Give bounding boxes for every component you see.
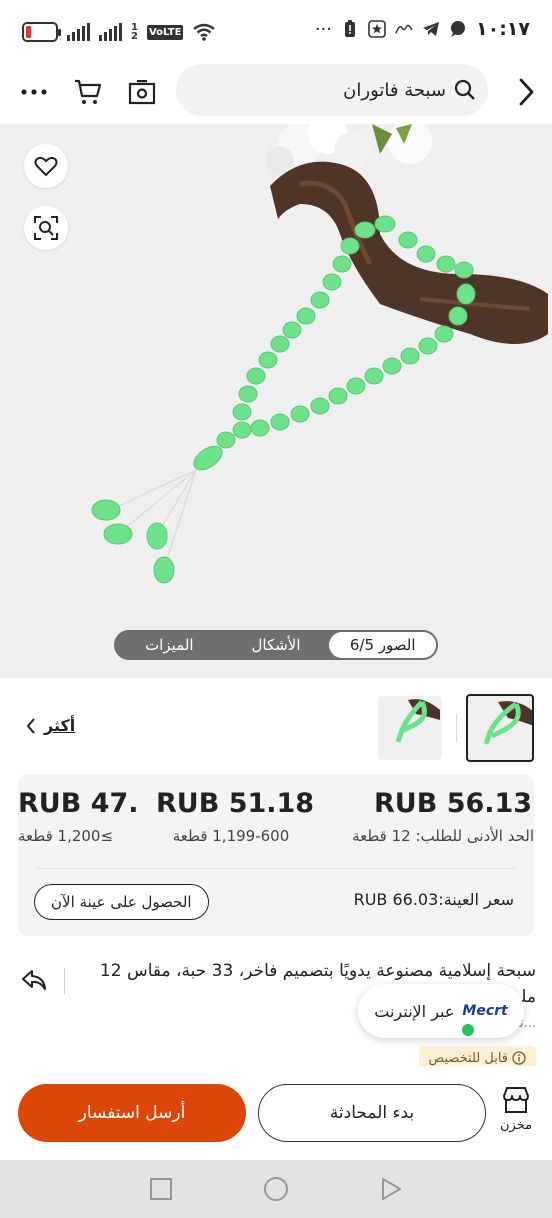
image-search-icon[interactable] xyxy=(24,206,68,250)
sim-indicator: 1 2 xyxy=(131,22,138,42)
battery-icon xyxy=(22,22,61,42)
store-button[interactable]: مخزن xyxy=(494,1086,538,1133)
system-nav-bar xyxy=(0,1160,552,1218)
store-label: مخزن xyxy=(499,1118,533,1133)
price-tier-3-price: RUB 47.88 xyxy=(18,788,136,819)
product-gallery[interactable]: الصور 6/5 الأشكال الميزات xyxy=(0,124,552,678)
price-tier-3: RUB 47.88 ≥1,200 قطعة xyxy=(18,788,136,845)
battery-saver-icon xyxy=(341,20,359,38)
supplier-online-bubble[interactable]: عبر الإنترنت Mecrt xyxy=(358,984,524,1038)
price-tier-1-price: RUB 56.13 xyxy=(374,788,533,819)
share-divider xyxy=(64,968,65,994)
back-triangle-icon[interactable] xyxy=(378,1176,404,1202)
thumbnail-divider xyxy=(456,714,457,742)
clock: ١٠:١٧ xyxy=(476,18,530,40)
tassel-beads xyxy=(91,499,175,584)
price-tier-2-price: RUB 51.18 xyxy=(156,788,315,819)
supplier-logo: Mecrt xyxy=(462,1003,508,1019)
chat-bubble-icon xyxy=(449,20,467,38)
telegram-icon xyxy=(422,20,440,38)
send-inquiry-button[interactable]: أرسل استفسار xyxy=(18,1084,246,1142)
search-icon xyxy=(454,79,475,100)
status-left: 1 2 VoLTE xyxy=(22,20,216,44)
action-bar: مخزن بدء المحادثة أرسل استفسار xyxy=(0,1066,552,1160)
price-tier-2-qty: 1,199-600 قطعة xyxy=(172,827,290,845)
online-status-text: عبر الإنترنت xyxy=(374,1001,455,1021)
signal-icon-2 xyxy=(99,23,122,41)
price-tier-2: RUB 51.18 1,199-600 قطعة xyxy=(156,788,315,845)
price-tier-3-qty: ≥1,200 قطعة xyxy=(18,827,114,845)
price-card: RUB 56.13 الحد الأدنى للطلب: 12 قطعة RUB… xyxy=(18,774,534,936)
price-tier-1-qty: الحد الأدنى للطلب: 12 قطعة xyxy=(352,827,534,845)
tab-photos[interactable]: الصور 6/5 xyxy=(329,632,436,658)
status-right: ··· ١٠:١٧ xyxy=(315,18,530,40)
signature-app-icon xyxy=(395,20,413,38)
recent-apps-icon[interactable] xyxy=(148,1176,174,1202)
home-icon[interactable] xyxy=(263,1176,289,1202)
favorite-heart-icon[interactable] xyxy=(24,144,68,188)
flower-decoration xyxy=(266,124,432,174)
tab-features[interactable]: الميزات xyxy=(116,632,223,658)
tab-shapes[interactable]: الأشكال xyxy=(223,632,330,658)
start-chat-button[interactable]: بدء المحادثة xyxy=(258,1084,486,1142)
product-image xyxy=(91,124,548,584)
wifi-icon xyxy=(193,23,216,41)
share-icon[interactable] xyxy=(16,962,52,998)
online-dot xyxy=(462,1024,474,1036)
star-app-icon xyxy=(368,20,386,38)
badge-label: قابل للتخصيص xyxy=(428,1050,508,1066)
top-bar: سبحة فاتوران xyxy=(0,62,552,124)
more-notifications: ··· xyxy=(314,18,332,40)
info-icon xyxy=(512,1051,526,1065)
thumbnail-row: أكثر xyxy=(0,678,552,774)
price-divider xyxy=(36,868,516,869)
sim-fraction-2: 2 xyxy=(131,30,138,42)
store-icon xyxy=(503,1087,529,1113)
signal-icon xyxy=(67,23,90,41)
more-options-icon[interactable] xyxy=(14,72,54,112)
more-label: أكثر xyxy=(44,716,76,735)
gallery-tabs: الصور 6/5 الأشكال الميزات xyxy=(114,630,438,660)
tassel-strings xyxy=(109,469,197,569)
get-sample-button[interactable]: الحصول على عينة الآن xyxy=(34,884,209,920)
price-tier-1: RUB 56.13 الحد الأدنى للطلب: 12 قطعة xyxy=(334,788,534,845)
cart-icon[interactable] xyxy=(68,72,108,112)
back-chevron-icon[interactable] xyxy=(506,72,546,112)
volte-badge: VoLTE xyxy=(146,24,184,40)
thumbnail-selected[interactable] xyxy=(466,694,534,762)
prayer-beads xyxy=(193,215,476,471)
chevron-left-icon xyxy=(26,717,35,734)
thumbnail[interactable] xyxy=(378,696,442,760)
sample-price: سعر العينة:RUB 66.03 xyxy=(353,890,514,909)
screenshot-share-icon[interactable] xyxy=(122,72,162,112)
more-link[interactable]: أكثر xyxy=(26,716,75,735)
search-query: سبحة فاتوران xyxy=(343,79,446,101)
status-bar: 1 2 VoLTE ··· ١٠:١٧ xyxy=(0,0,552,62)
search-bar[interactable]: سبحة فاتوران xyxy=(176,64,488,116)
